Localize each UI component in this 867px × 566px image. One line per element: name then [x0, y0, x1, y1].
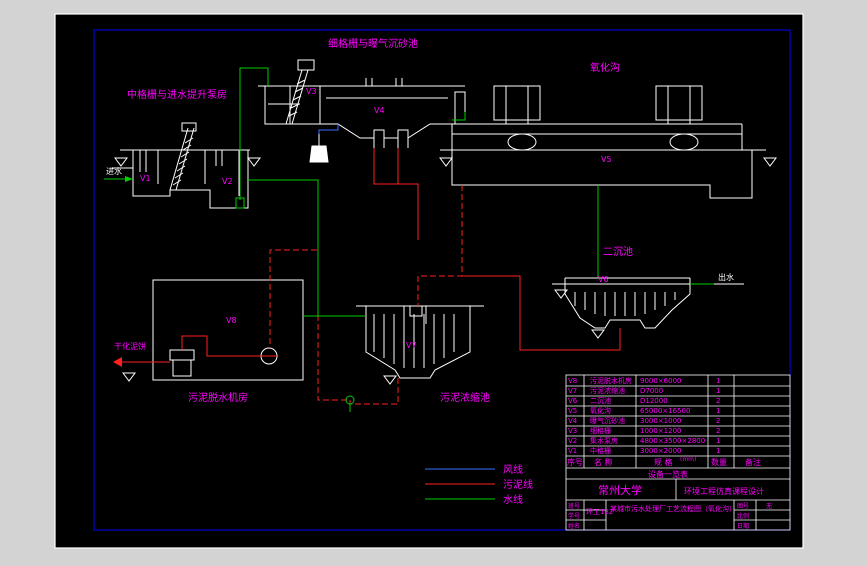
table-cell: 细格栅 [590, 426, 611, 435]
table-cell: 1 [716, 377, 720, 385]
table-cell: 1 [716, 447, 720, 455]
label-thickener: 污泥浓缩池 [440, 391, 490, 404]
table-cell: 9000×6000 [640, 377, 682, 385]
unit-id-v4: V4 [374, 106, 385, 115]
title-scale-value: 无 [766, 503, 772, 510]
table-cell: D12000 [640, 397, 668, 405]
table-cell: 1 [716, 407, 720, 415]
title-row-id: 学号 [568, 512, 580, 520]
table-cell: 1 [716, 437, 720, 445]
unit-id-v2: V2 [222, 177, 233, 186]
label-mid-screen: 中格栅与进水提升泵房 [127, 88, 227, 101]
title-course: 环境工程仿真课程设计 [684, 486, 764, 496]
table-cell: 氧化沟 [590, 406, 611, 415]
table-cell: V2 [568, 437, 577, 445]
legend-water-label: 水线 [503, 493, 523, 506]
label-dewatering-room: 污泥脱水机房 [188, 391, 248, 404]
table-cell: 2 [716, 427, 720, 435]
th-note: 备注 [745, 457, 761, 467]
table-cell: 2 [716, 397, 720, 405]
table-cell: 4800×3500×2800 [640, 437, 705, 445]
unit-id-v5: V5 [601, 155, 612, 164]
title-right-date: 日期 [737, 522, 749, 530]
table-cell: 污泥浓缩池 [590, 386, 625, 395]
unit-id-v1: V1 [140, 174, 151, 183]
table-cell: V7 [568, 387, 577, 395]
title-class: 环工122 [586, 508, 613, 516]
th-unit: (mm) [680, 456, 696, 463]
table-cell: V8 [568, 377, 577, 385]
table-cell: 1000×1200 [640, 427, 682, 435]
unit-id-v6: V6 [598, 275, 609, 284]
title-row-name: 姓名 [568, 522, 580, 530]
table-cell: 中格栅 [590, 446, 611, 455]
th-spec: 规 格 [654, 457, 673, 467]
table-cell: 二沉池 [590, 396, 611, 405]
label-fine-screen: 细格栅与曝气沉砂池 [328, 37, 418, 50]
table-cell: 3000×2000 [640, 447, 682, 455]
label-sludge-out: 干化泥饼 [114, 341, 146, 351]
table-caption: 设备一览表 [648, 469, 688, 479]
title-school: 常州大学 [598, 483, 642, 497]
table-cell: V5 [568, 407, 577, 415]
table-cell: 污泥脱水机房 [590, 376, 632, 385]
table-cell: 集水泵房 [590, 436, 618, 445]
th-name: 名 称 [594, 457, 613, 467]
label-oxidation-ditch: 氧化沟 [590, 61, 620, 74]
legend-air-label: 风线 [503, 463, 523, 476]
th-index: 序号 [567, 457, 583, 467]
title-right-no: 图号 [737, 503, 749, 510]
table-cell: V6 [568, 397, 578, 405]
title-right-scale: 比例 [737, 512, 749, 520]
process-flow-drawing: 细格栅与曝气沉砂池 中格栅与进水提升泵房 氧化沟 二沉池 污泥脱水机房 污泥浓缩… [54, 13, 804, 549]
table-cell: 曝气沉砂池 [590, 416, 625, 425]
table-cell: V3 [568, 427, 577, 435]
label-outflow: 出水 [718, 272, 734, 282]
cad-viewport: 细格栅与曝气沉砂池 中格栅与进水提升泵房 氧化沟 二沉池 污泥脱水机房 污泥浓缩… [0, 0, 867, 562]
legend-sludge-label: 污泥线 [503, 478, 533, 491]
table-cell: D7000 [640, 387, 663, 395]
label-inflow: 进水 [106, 166, 122, 176]
th-qty: 数量 [711, 457, 727, 467]
table-cell: 2 [716, 417, 720, 425]
table-cell: V4 [568, 417, 578, 425]
unit-id-v3: V3 [306, 87, 317, 96]
title-row-class: 班号 [568, 502, 580, 510]
table-cell: 3000×1000 [640, 417, 682, 425]
unit-id-v7: V7 [406, 341, 417, 350]
unit-id-v8: V8 [226, 316, 237, 325]
label-secondary-clarifier: 二沉池 [603, 245, 633, 258]
table-cell: 65000×16500 [640, 407, 690, 415]
table-cell: V1 [568, 447, 577, 455]
table-cell: 1 [716, 387, 720, 395]
title-drawing: 某城市污水处理厂工艺流程图（氧化沟） [610, 504, 736, 513]
